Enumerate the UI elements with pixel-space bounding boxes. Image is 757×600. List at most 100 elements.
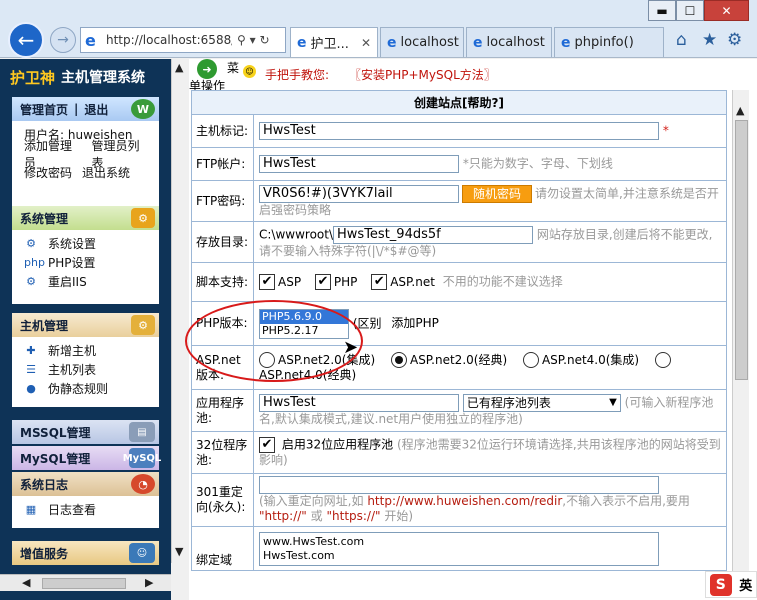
ime-language[interactable]: 英 [739, 575, 752, 594]
sidebar-item-new-host[interactable]: ✚ 新增主机 [24, 341, 159, 360]
list-icon: ☰ [26, 362, 36, 376]
address-tools-icon[interactable]: ⚲ ▾ ↻ [237, 33, 270, 47]
php-version-option-selected[interactable]: PHP5.6.9.0 [260, 309, 348, 324]
random-password-button[interactable]: 随机密码 [462, 184, 533, 203]
favorites-star-icon[interactable]: ★ [702, 30, 717, 50]
php-version-option[interactable]: PHP5.2.17 [260, 324, 348, 338]
asp-label: ASP [278, 274, 302, 289]
app-pool-select[interactable]: 已有程序池列表 ▼ [462, 394, 621, 412]
main-content: ➜ 菜 单操作 ☺ 手把手教您: 〖安装PHP+MySQL方法〗 创建站点[帮助… [189, 59, 757, 600]
gear-icon[interactable]: ⚙ [727, 30, 742, 50]
logout-link[interactable]: 退出 [84, 101, 108, 118]
aspnet40-integrated-radio[interactable] [522, 352, 539, 368]
host-input[interactable]: HwsTest [259, 122, 659, 140]
ftp-password-input[interactable]: VR0S6!#)(3VYK7lail [259, 184, 459, 203]
address-bar[interactable]: e http://localhost:6588/a ⚲ ▾ ↻ [80, 27, 286, 53]
redirect-hint-2: ,不输入表示不启用,要用 [562, 494, 690, 508]
scroll-up-icon[interactable]: ▲ [736, 104, 744, 117]
scroll-thumb[interactable] [42, 578, 126, 589]
add-doc-icon: ✚ [26, 343, 36, 357]
asp-checkbox[interactable]: ✔ [259, 274, 275, 290]
host-panel-header[interactable]: 主机管理 ⚙ [12, 313, 159, 337]
left-horizontal-scrollbar[interactable]: ◀ ▶ [0, 574, 171, 591]
scroll-left-icon[interactable]: ◀ [22, 576, 30, 589]
close-tab-icon[interactable]: ✕ [361, 36, 371, 50]
sidebar-item-mysql[interactable]: MySQL管理 MySQL [12, 446, 161, 470]
back-button[interactable]: ← [8, 22, 44, 58]
add-php-link[interactable]: 添加PHP [391, 316, 439, 330]
home-panel-header: 管理首页 | 退出 W [12, 97, 159, 121]
log-panel: 系统日志 ◔ ▦ 日志查看 [12, 472, 159, 528]
ie-icon: e [85, 30, 96, 50]
php-checkbox[interactable]: ✔ [314, 274, 331, 290]
tab-huweishen[interactable]: e 护卫... ✕ [290, 27, 378, 57]
aspnet-checkbox[interactable]: ✔ [371, 274, 388, 290]
system-panel-header[interactable]: 系统管理 ⚙ [12, 206, 159, 230]
host-label: 主机标记: [191, 114, 254, 148]
tab-phpinfo[interactable]: e phpinfo() [554, 27, 664, 57]
required-mark: * [662, 123, 669, 138]
sidebar-item-system-settings[interactable]: ⚙ 系统设置 [24, 234, 159, 253]
address-url[interactable]: http://localhost:6588/a [106, 33, 232, 47]
sidebar-item-view-logs[interactable]: ▦ 日志查看 [24, 500, 159, 519]
minimize-button[interactable]: ▬ [648, 0, 676, 21]
aspnet-label: ASP.net [390, 274, 435, 289]
scroll-thumb[interactable] [735, 120, 748, 380]
app-pool-input[interactable]: HwsTest [259, 394, 459, 412]
system-panel-title: 系统管理 [20, 211, 69, 226]
gears-icon: ⚙ [131, 208, 155, 228]
guide-link[interactable]: 〖安装PHP+MySQL方法〗 [349, 66, 496, 83]
host-panel: 主机管理 ⚙ ✚ 新增主机 ☰ 主机列表 ● 伪静态规则 [12, 313, 159, 407]
restart-icon: ⚙ [26, 274, 36, 288]
aspnet40-classic-radio[interactable] [654, 352, 671, 368]
sidebar-item-rewrite-rules[interactable]: ● 伪静态规则 [24, 379, 159, 398]
menu-label[interactable]: 菜 [227, 59, 239, 76]
rewrite-icon: ● [26, 381, 36, 395]
maximize-button[interactable]: ☐ [676, 0, 704, 21]
scroll-up-icon[interactable]: ▲ [175, 61, 183, 74]
left-vertical-scrollbar[interactable]: ▲ ▼ [171, 59, 188, 563]
close-window-button[interactable]: ✕ [704, 0, 749, 21]
log-doc-icon: ▦ [25, 502, 37, 516]
log-panel-header[interactable]: 系统日志 ◔ [12, 472, 159, 496]
home-link[interactable]: 管理首页 [20, 101, 68, 118]
tab-localhost-1[interactable]: e localhost [380, 27, 464, 57]
change-password-link[interactable]: 修改密码 [24, 164, 72, 181]
php-diff-link[interactable]: (区别 [353, 316, 382, 330]
bit32-checkbox[interactable]: ✔ [259, 437, 275, 453]
home-icon[interactable]: ⌂ [676, 30, 687, 50]
scroll-right-icon[interactable]: ▶ [145, 576, 153, 589]
forward-button[interactable]: → [50, 27, 76, 53]
arrow-right-icon: → [57, 32, 69, 48]
form-caption[interactable]: 创建站点[帮助?] [191, 90, 727, 115]
system-panel: 系统管理 ⚙ ⚙ 系统设置 php PHP设置 ⚙ 重启IIS [12, 206, 159, 304]
ie-icon: e [387, 34, 397, 51]
separator: | [74, 102, 79, 116]
sidebar-item-value-services[interactable]: 增值服务 ☺ [12, 541, 159, 565]
sidebar-item-host-list[interactable]: ☰ 主机列表 [24, 360, 159, 379]
go-arrow-icon[interactable]: ➜ [197, 59, 217, 79]
ie-icon: e [473, 34, 483, 51]
aspnet20-integrated-radio[interactable] [259, 352, 275, 368]
brand-subtitle: 主机管理系统 [61, 70, 146, 86]
redirect-hint-1: (输入重定向网址,如 [259, 494, 364, 508]
directory-input[interactable]: HwsTest_94ds5f [333, 225, 534, 244]
main-vertical-scrollbar[interactable]: ▲ [732, 90, 749, 590]
directory-prefix: C:\wwwroot\ [259, 227, 334, 241]
sidebar-item-restart-iis[interactable]: ⚙ 重启IIS [24, 272, 159, 291]
php-version-listbox[interactable]: PHP5.6.9.0 PHP5.2.17 [259, 308, 349, 339]
redirect-input[interactable] [259, 476, 659, 494]
domain-textarea[interactable]: www.HwsTest.com HwsTest.com [259, 531, 659, 566]
bit32-text: 启用32位应用程序池 [281, 437, 394, 452]
scroll-down-icon[interactable]: ▼ [175, 545, 183, 558]
sidebar-item-php-settings[interactable]: php PHP设置 [24, 253, 159, 272]
redirect-http: "http://" [259, 509, 307, 523]
sidebar-item-label: 主机列表 [48, 363, 97, 377]
aspnet20-classic-radio[interactable] [390, 352, 407, 368]
ime-toolbar[interactable]: S 英 [705, 571, 757, 598]
exit-system-link[interactable]: 退出系统 [82, 164, 130, 181]
ftp-user-input[interactable]: HwsTest [259, 155, 459, 173]
sidebar-item-mssql[interactable]: MSSQL管理 ▤ [12, 420, 159, 444]
aspnet40-classic-label: ASP.net4.0(经典) [259, 368, 357, 382]
tab-localhost-2[interactable]: e localhost [466, 27, 552, 57]
